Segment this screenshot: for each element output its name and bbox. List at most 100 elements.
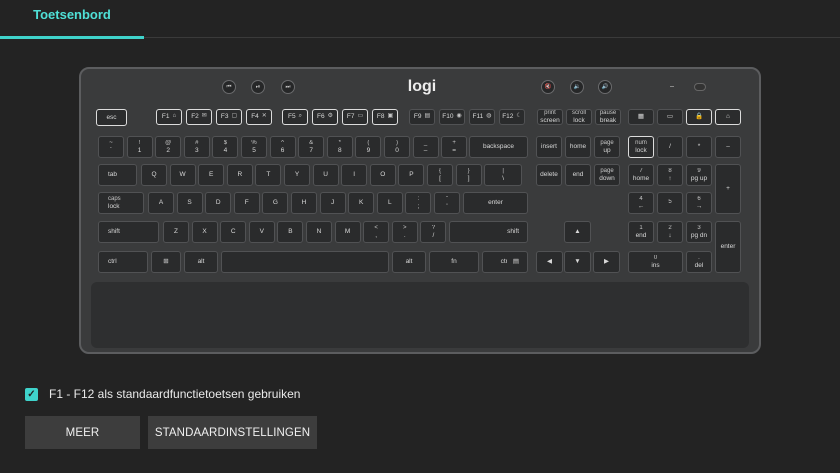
key-letter: N	[306, 221, 332, 243]
key-num-9: 9 pg up	[686, 164, 712, 186]
key-symbol: " '	[434, 192, 460, 214]
restore-defaults-button[interactable]: STANDAARDINSTELLINGEN	[148, 416, 317, 449]
key-letter: A	[148, 192, 174, 214]
key-symbol: }]	[455, 164, 482, 186]
key-letter: F	[233, 192, 260, 214]
app-window: Toetsenbord logi ⏮ ⏯ ⏭ 🔇 🔉 🔊 esc F1 ⌂ F2 ✉ F3 ▢ F4 ✕ F5…	[0, 0, 840, 473]
key-letter: Z	[163, 221, 189, 243]
key-num-enter: enter	[715, 221, 741, 273]
key-row1: (9	[355, 136, 382, 158]
volume-up-icon[interactable]: 🔊	[598, 80, 612, 94]
key-symbol: :;	[405, 192, 432, 214]
key-row1: @2	[155, 136, 182, 158]
key-num-plus: +	[715, 164, 741, 214]
key-letter: L	[376, 192, 403, 214]
key-letter: W	[169, 164, 196, 186]
key-letter: X	[191, 221, 218, 243]
tab-active-underline	[0, 36, 144, 39]
key-f10: F10 ◉	[439, 109, 465, 125]
key-left-ctrl: ctrl	[98, 251, 148, 273]
fkeys-checkbox-label: F1 - F12 als standaardfunctietoetsen geb…	[49, 387, 301, 401]
key-end: end	[565, 164, 591, 186]
key-letter: O	[369, 164, 396, 186]
calculator-icon: ▦	[628, 109, 654, 125]
volume-down-icon[interactable]: 🔉	[570, 80, 584, 94]
key-scroll-lock: scroll lock	[566, 109, 592, 125]
previous-track-icon[interactable]: ⏮	[222, 80, 236, 94]
key-row1: ^ 6	[269, 136, 296, 158]
key-letter: U	[312, 164, 339, 186]
key-arrow-right: ▶	[593, 251, 620, 273]
key-num-7: 7 home	[628, 164, 654, 186]
top-tab-bar: Toetsenbord	[0, 0, 840, 39]
key-f9: F9 ▤	[409, 109, 435, 125]
key-letter: G	[262, 192, 289, 214]
key-f1: F1 ⌂	[156, 109, 182, 125]
key-caps-lock: caps lock	[98, 192, 144, 214]
mute-icon[interactable]: 🔇	[541, 80, 555, 94]
key-menu: ▤	[507, 257, 525, 267]
key-num-2: 2 ↓	[657, 221, 683, 243]
key-row1: ~ `	[98, 136, 124, 158]
key-num-multiply: *	[686, 136, 712, 158]
key-tab: tab	[98, 164, 137, 186]
key-letter: K	[348, 192, 375, 214]
key-right-shift: shift	[449, 221, 528, 243]
keyboard-image: logi ⏮ ⏯ ⏭ 🔇 🔉 🔊 esc F1 ⌂ F2 ✉ F3 ▢ F4 ✕ F5 ⌕ F6 ⚙ F7 ▭ F8 ▣ F9…	[79, 67, 761, 354]
key-delete: delete	[536, 164, 562, 186]
key-row1: * 8	[326, 136, 353, 158]
tab-label: Toetsenbord	[33, 7, 111, 22]
key-f11: F11 ◍	[469, 109, 495, 125]
key-row1: ! 1	[126, 136, 153, 158]
key-letter: I	[341, 164, 368, 186]
key-num-lock: num lock	[628, 136, 654, 158]
key-f5: F5 ⌕	[282, 109, 308, 125]
key-letter: P	[398, 164, 425, 186]
key-num-0: 0 ins	[628, 251, 683, 273]
key-symbol: >.	[391, 221, 418, 243]
key-letter: T	[255, 164, 282, 186]
lock-icon: 🔒	[686, 109, 712, 125]
key-f8: F8 ▣	[372, 109, 398, 125]
key-letter: H	[291, 192, 317, 214]
logi-logo: logi	[407, 78, 437, 95]
key-arrow-up: ▲	[564, 221, 591, 243]
key-f4: F4 ✕	[246, 109, 272, 125]
palm-rest	[91, 282, 749, 348]
key-letter: C	[220, 221, 247, 243]
key-left-shift: shift	[98, 221, 159, 243]
home-icon: ⌂	[715, 109, 741, 125]
key-f12: F12 ☾	[499, 109, 525, 125]
key-print-screen: print screen	[537, 109, 563, 125]
key-num-dot: . del	[686, 251, 712, 273]
next-track-icon[interactable]: ⏭	[281, 80, 295, 94]
key-letter: Y	[284, 164, 310, 186]
tab-keyboard[interactable]: Toetsenbord	[0, 0, 144, 39]
more-button[interactable]: MEER	[25, 416, 140, 449]
key-letter: B	[277, 221, 304, 243]
key-fn: fn	[429, 251, 479, 273]
key-page-up: page up	[594, 136, 620, 158]
key-num-4: 4 ←	[628, 192, 654, 214]
key-row1: _ –	[412, 136, 439, 158]
key-windows: ⊞	[151, 251, 181, 273]
key-left-alt: alt	[184, 251, 218, 273]
play-pause-icon[interactable]: ⏯	[251, 80, 265, 94]
key-num-1: 1 end	[628, 221, 654, 243]
key-symbol: | \	[484, 164, 523, 186]
key-f3: F3 ▢	[216, 109, 242, 125]
key-row1: #3	[183, 136, 210, 158]
desktop-icon: ▭	[657, 109, 683, 125]
key-pause-break: pause break	[595, 109, 621, 125]
key-enter: enter	[463, 192, 528, 214]
indicator-dash	[670, 86, 674, 87]
key-letter: Q	[141, 164, 167, 186]
key-letter: D	[205, 192, 232, 214]
fkeys-checkbox[interactable]: ✓	[25, 388, 38, 401]
key-arrow-down: ▼	[564, 251, 591, 273]
key-letter: M	[334, 221, 361, 243]
key-space	[221, 251, 389, 273]
key-num-8: 8 ↑	[657, 164, 683, 186]
key-row1: + =	[441, 136, 468, 158]
key-f2: F2 ✉	[186, 109, 212, 125]
